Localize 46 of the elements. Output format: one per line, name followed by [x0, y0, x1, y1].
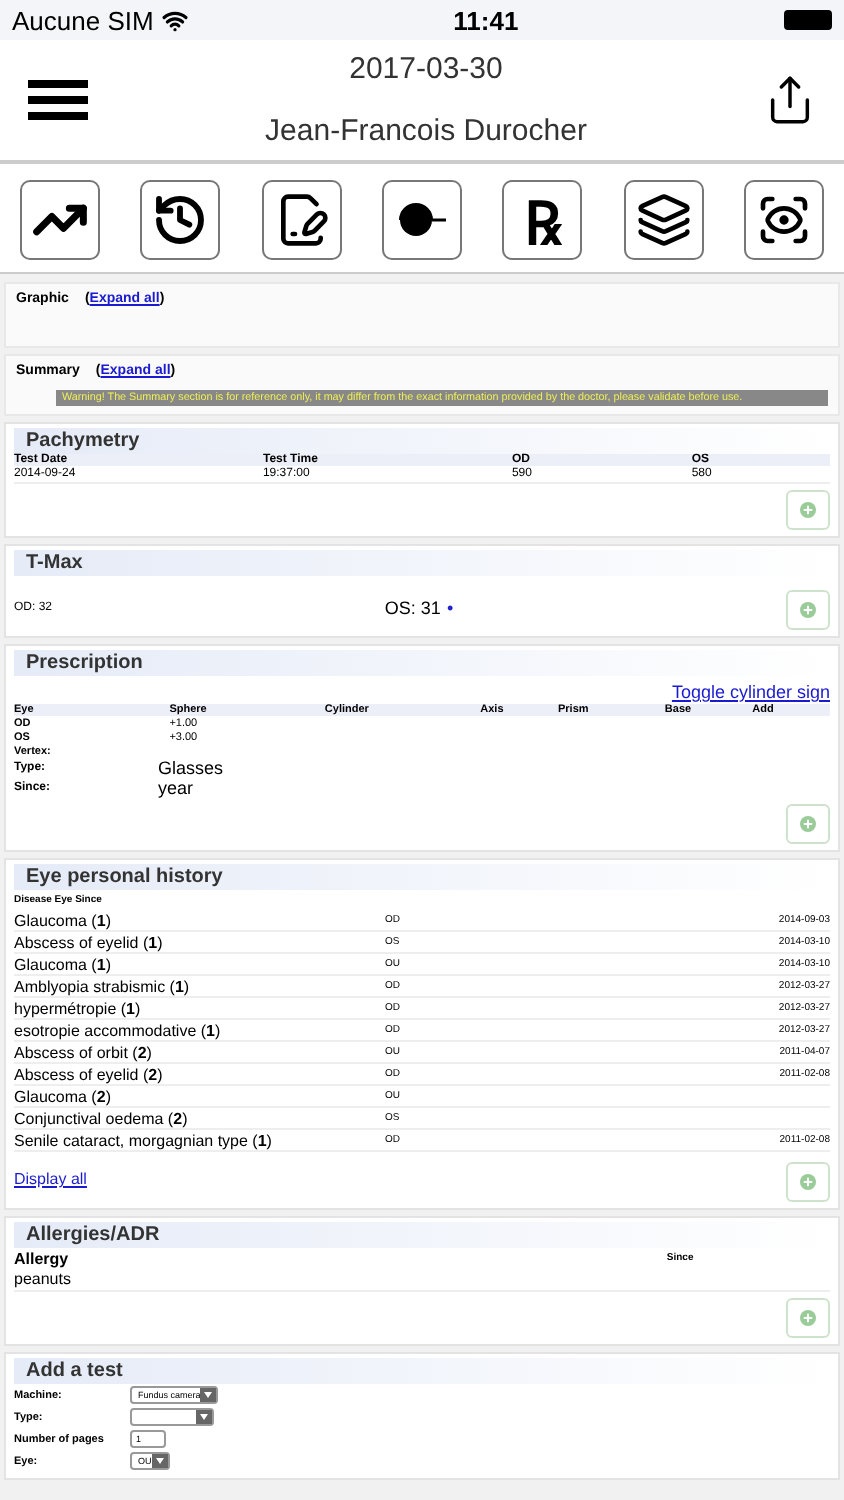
caret-icon [196, 1410, 212, 1424]
disease-name: esotropie accommodative (1) [14, 1021, 223, 1039]
marker-dot: • [446, 597, 454, 617]
display-all-link[interactable]: Display all [14, 1170, 87, 1188]
disease-name: Senile cataract, morgagnian type (1) [14, 1131, 274, 1149]
disease-name: Amblyopia strabismic (1) [14, 977, 192, 995]
history-icon [152, 192, 209, 248]
plus-icon [800, 1174, 816, 1190]
carrier-label: Aucune SIM [12, 5, 154, 35]
disease-name: Abscess of orbit (2) [14, 1043, 154, 1061]
plus-icon [800, 1310, 816, 1326]
field-value: year [158, 778, 196, 798]
patient-name: Jean-Francois Durocher [265, 114, 587, 148]
allergy-name: peanuts [14, 1270, 73, 1288]
select-field[interactable] [130, 1408, 214, 1426]
disease-name: Glaucoma (2) [14, 1087, 113, 1105]
prescription-button[interactable]: ℞ [502, 180, 583, 260]
visit-date: 2017-03-30 [349, 52, 503, 86]
plus-icon [800, 602, 816, 618]
disease-name: hypermétropie (1) [14, 999, 143, 1017]
wifi-icon [161, 7, 188, 33]
caret-icon [200, 1388, 217, 1402]
toolbar-button[interactable] [381, 180, 462, 260]
toolbar-button[interactable] [261, 180, 342, 260]
plus-icon [800, 502, 816, 518]
toolbar-button[interactable] [623, 180, 704, 260]
layers-icon [635, 192, 692, 248]
disease-name: Glaucoma (1) [14, 955, 113, 973]
eyeball-icon [395, 202, 448, 238]
disease-name: Conjunctival oedema (2) [14, 1109, 190, 1127]
menu-button[interactable] [28, 80, 88, 120]
disease-name: Glaucoma (1) [14, 911, 113, 929]
caret-icon [152, 1454, 168, 1468]
plus-icon [800, 816, 816, 832]
column-header: Allergy [14, 1249, 71, 1267]
toolbar-button[interactable] [140, 180, 221, 260]
disease-name: Abscess of eyelid (1) [14, 933, 165, 951]
toolbar-button[interactable] [20, 180, 100, 260]
os-reading: OS: 31 [384, 597, 441, 617]
field-value: Glasses [158, 758, 226, 778]
disease-name: Abscess of eyelid (2) [14, 1065, 165, 1083]
toggle-cylinder-link[interactable]: Toggle cylinder sign [671, 682, 830, 702]
eye-target-icon [755, 192, 812, 248]
clock: 11:41 [453, 5, 519, 35]
battery-icon [784, 10, 832, 30]
toolbar-button[interactable] [743, 180, 824, 260]
